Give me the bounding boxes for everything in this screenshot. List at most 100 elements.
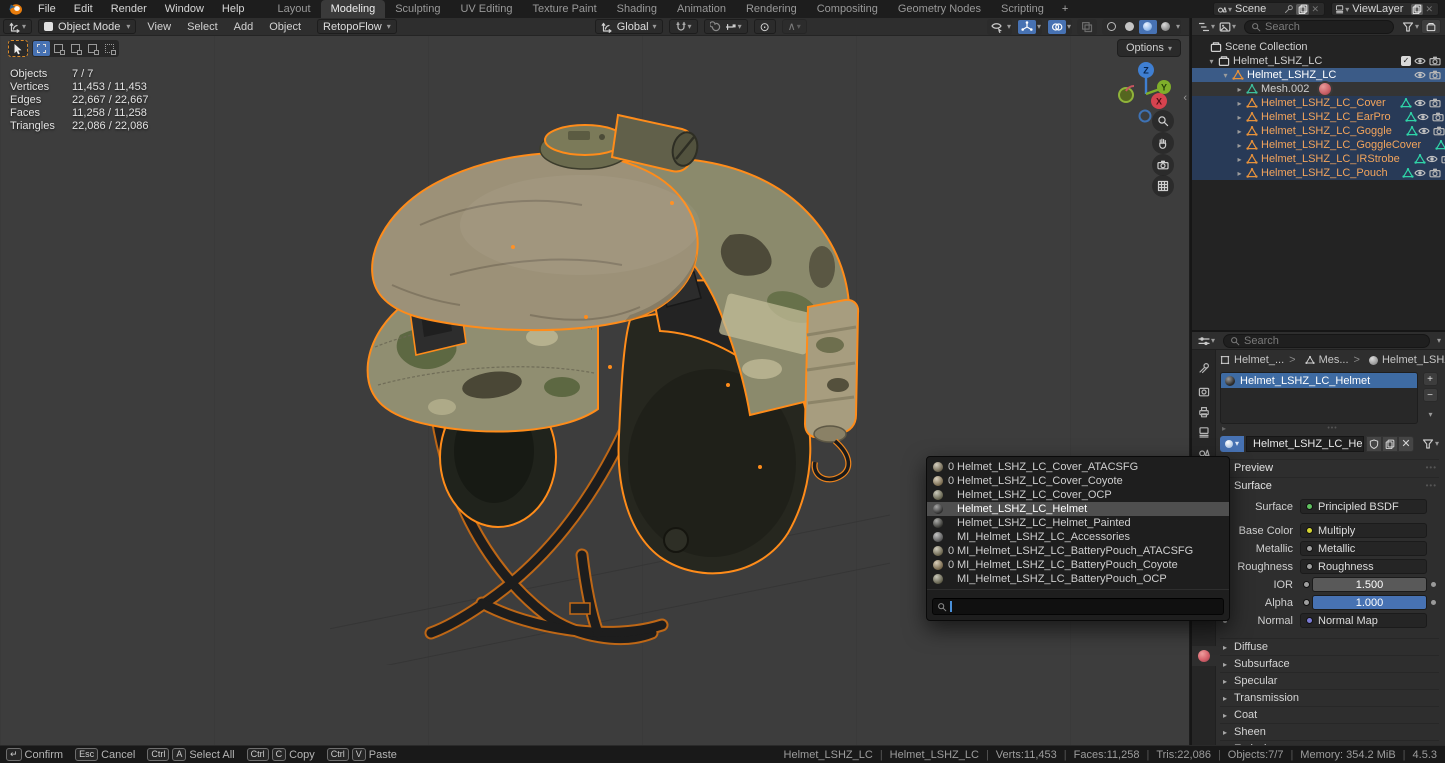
outliner-row[interactable]: ▾ Helmet_LSHZ_LC ✓ bbox=[1192, 68, 1445, 82]
tab-viewlayer[interactable] bbox=[1192, 422, 1216, 442]
camera-view-button[interactable] bbox=[1152, 154, 1174, 176]
select-mode-subtract[interactable] bbox=[67, 41, 84, 56]
collapsed-panel-header[interactable]: ▸Subsurface bbox=[1220, 655, 1439, 672]
browse-material-button[interactable]: ▾ bbox=[1220, 436, 1244, 452]
hide-eye-icon[interactable] bbox=[1414, 167, 1426, 179]
workspace-tab[interactable]: Layout bbox=[268, 0, 321, 18]
outliner-row[interactable]: ▸ Helmet_LSHZ_LC_Cover ✓ bbox=[1192, 96, 1445, 110]
breadcrumb-object[interactable]: Helmet_... bbox=[1220, 354, 1284, 366]
properties-search-input[interactable]: Search bbox=[1223, 334, 1430, 348]
tab-material[interactable] bbox=[1192, 646, 1216, 666]
hide-eye-icon[interactable] bbox=[1414, 69, 1426, 81]
show-visibility-icon[interactable] bbox=[988, 20, 1006, 34]
shading-rendered-icon[interactable] bbox=[1157, 20, 1175, 34]
outliner-row[interactable]: ▸ Helmet_LSHZ_LC_Pouch ✓ bbox=[1192, 166, 1445, 180]
tab-render[interactable] bbox=[1192, 382, 1216, 402]
select-mode-intersect[interactable] bbox=[101, 41, 118, 56]
disable-render-camera-icon[interactable] bbox=[1429, 69, 1441, 81]
hide-eye-icon[interactable] bbox=[1417, 111, 1429, 123]
list-resize-grip[interactable]: ••• bbox=[1226, 425, 1439, 432]
outliner-row[interactable]: ▸ Helmet_LSHZ_LC_GoggleCover ✓ bbox=[1192, 138, 1445, 152]
overlays-toggle-group[interactable]: ▾ bbox=[1047, 19, 1072, 35]
disable-render-camera-icon[interactable] bbox=[1433, 125, 1445, 137]
viewport-menu-item[interactable]: View bbox=[139, 18, 179, 36]
expand-arrow[interactable]: ▸ bbox=[1234, 99, 1245, 108]
viewport-3d[interactable]: ▾ Object Mode ▾ ViewSelectAddObject Reto… bbox=[0, 18, 1189, 745]
sidebar-collapse-arrow[interactable]: ‹ bbox=[1183, 92, 1187, 104]
outliner-search-input[interactable]: Search bbox=[1244, 20, 1394, 34]
workspace-tab[interactable]: Modeling bbox=[321, 0, 386, 18]
select-mode-new[interactable] bbox=[33, 41, 50, 56]
workspace-tab[interactable]: Animation bbox=[667, 0, 736, 18]
hide-eye-icon[interactable] bbox=[1426, 153, 1438, 165]
perspective-toggle-button[interactable] bbox=[1152, 175, 1174, 197]
hide-eye-icon[interactable] bbox=[1414, 97, 1426, 109]
visibility-toggle-group[interactable]: ▾ bbox=[987, 19, 1012, 35]
select-mode-invert[interactable] bbox=[84, 41, 101, 56]
material-slot-active[interactable]: Helmet_LSHZ_LC_Helmet bbox=[1221, 373, 1417, 388]
outliner-row[interactable]: ▾ Helmet_LSHZ_LC ✓ bbox=[1192, 54, 1445, 68]
tab-output[interactable] bbox=[1192, 402, 1216, 422]
collapsed-panel-header[interactable]: ▸Diffuse bbox=[1220, 638, 1439, 655]
editor-type-button[interactable]: ▾ bbox=[3, 19, 32, 34]
surface-panel-header[interactable]: ▾Surface ••• bbox=[1220, 477, 1439, 493]
material-option[interactable]: 0 Helmet_LSHZ_LC_Cover_ATACSFG bbox=[927, 460, 1229, 474]
workspace-tab[interactable]: Texture Paint bbox=[522, 0, 606, 18]
add-workspace-button[interactable]: + bbox=[1054, 0, 1076, 18]
falloff-dropdown[interactable]: ∧ ▾ bbox=[782, 19, 807, 34]
scene-selector[interactable]: ▾ Scene ✕ bbox=[1213, 2, 1325, 16]
helmet-3d-model[interactable] bbox=[330, 85, 890, 665]
workspace-tab[interactable]: Sculpting bbox=[385, 0, 450, 18]
unlink-material-icon[interactable]: ✕ bbox=[1398, 436, 1414, 452]
material-option[interactable]: 0 Helmet_LSHZ_LC_Cover_Coyote bbox=[927, 474, 1229, 488]
shader-field-widget[interactable]: Roughness bbox=[1300, 559, 1427, 574]
workspace-tab[interactable]: UV Editing bbox=[450, 0, 522, 18]
shading-mode-group[interactable]: ▾ bbox=[1102, 19, 1181, 35]
new-viewlayer-button[interactable] bbox=[1411, 4, 1423, 15]
snap-with-group[interactable]: ▾ bbox=[704, 19, 748, 34]
expand-arrow[interactable]: ▸ bbox=[1234, 141, 1245, 150]
viewport-menu-item[interactable]: Select bbox=[179, 18, 226, 36]
select-mode-extend[interactable] bbox=[50, 41, 67, 56]
gizmo-z-axis[interactable]: Z bbox=[1143, 66, 1149, 76]
outliner-editor-icon[interactable]: ▾ bbox=[1198, 21, 1215, 33]
menu-item[interactable]: Help bbox=[213, 0, 254, 18]
xray-icon[interactable] bbox=[1078, 20, 1096, 34]
disable-render-camera-icon[interactable] bbox=[1429, 55, 1441, 67]
material-option[interactable]: Helmet_LSHZ_LC_Cover_OCP bbox=[927, 488, 1229, 502]
transform-orientation[interactable]: Global ▾ bbox=[595, 19, 663, 34]
retopoflow-menu[interactable]: RetopoFlow ▾ bbox=[317, 19, 397, 34]
viewport-menu-item[interactable]: Object bbox=[261, 18, 309, 36]
menu-item[interactable]: File bbox=[29, 0, 65, 18]
hide-eye-icon[interactable] bbox=[1418, 125, 1430, 137]
hide-eye-icon[interactable] bbox=[1414, 55, 1426, 67]
material-option[interactable]: 0 MI_Helmet_LSHZ_LC_BatteryPouch_Coyote bbox=[927, 558, 1229, 572]
outliner-row[interactable]: ▸ Helmet_LSHZ_LC_Goggle ✓ bbox=[1192, 124, 1445, 138]
gizmo-x-axis[interactable]: X bbox=[1156, 97, 1162, 107]
material-option[interactable]: 0 MI_Helmet_LSHZ_LC_BatteryPouch_ATACSFG bbox=[927, 544, 1229, 558]
disable-render-camera-icon[interactable] bbox=[1441, 153, 1445, 165]
material-filter-icon[interactable]: ▾ bbox=[1422, 438, 1439, 450]
shader-field-widget[interactable]: Principled BSDF bbox=[1300, 499, 1427, 514]
collapsed-panel-header[interactable]: ▸Coat bbox=[1220, 706, 1439, 723]
fake-user-shield-icon[interactable] bbox=[1366, 436, 1382, 452]
disable-render-camera-icon[interactable] bbox=[1432, 111, 1444, 123]
expand-arrow[interactable]: ▸ bbox=[1234, 155, 1245, 164]
expand-arrow[interactable]: ▾ bbox=[1220, 71, 1231, 80]
disable-render-camera-icon[interactable] bbox=[1429, 97, 1441, 109]
viewlayer-selector[interactable]: ▾ ViewLayer ✕ bbox=[1331, 2, 1439, 16]
outliner-row[interactable]: ▸ Mesh.002 ✓ bbox=[1192, 82, 1445, 96]
breadcrumb-material[interactable]: Helmet_LSHZ... bbox=[1349, 354, 1445, 366]
workspace-tab[interactable]: Shading bbox=[607, 0, 667, 18]
material-option[interactable]: MI_Helmet_LSHZ_LC_Accessories bbox=[927, 530, 1229, 544]
menu-item[interactable]: Window bbox=[156, 0, 213, 18]
properties-options-icon[interactable]: ▾ bbox=[1437, 336, 1441, 345]
mode-selector[interactable]: Object Mode ▾ bbox=[38, 19, 136, 34]
expand-arrow[interactable]: ▸ bbox=[1234, 113, 1245, 122]
shading-wireframe-icon[interactable] bbox=[1103, 20, 1121, 34]
breadcrumb-mesh[interactable]: Mes... bbox=[1284, 354, 1348, 366]
options-dropdown[interactable]: Options ▾ bbox=[1117, 39, 1181, 57]
material-option[interactable]: Helmet_LSHZ_LC_Helmet bbox=[927, 502, 1229, 516]
outliner-row[interactable]: ▸ Helmet_LSHZ_LC_IRStrobe ✓ bbox=[1192, 152, 1445, 166]
shader-field-widget[interactable]: Metallic bbox=[1300, 541, 1427, 556]
